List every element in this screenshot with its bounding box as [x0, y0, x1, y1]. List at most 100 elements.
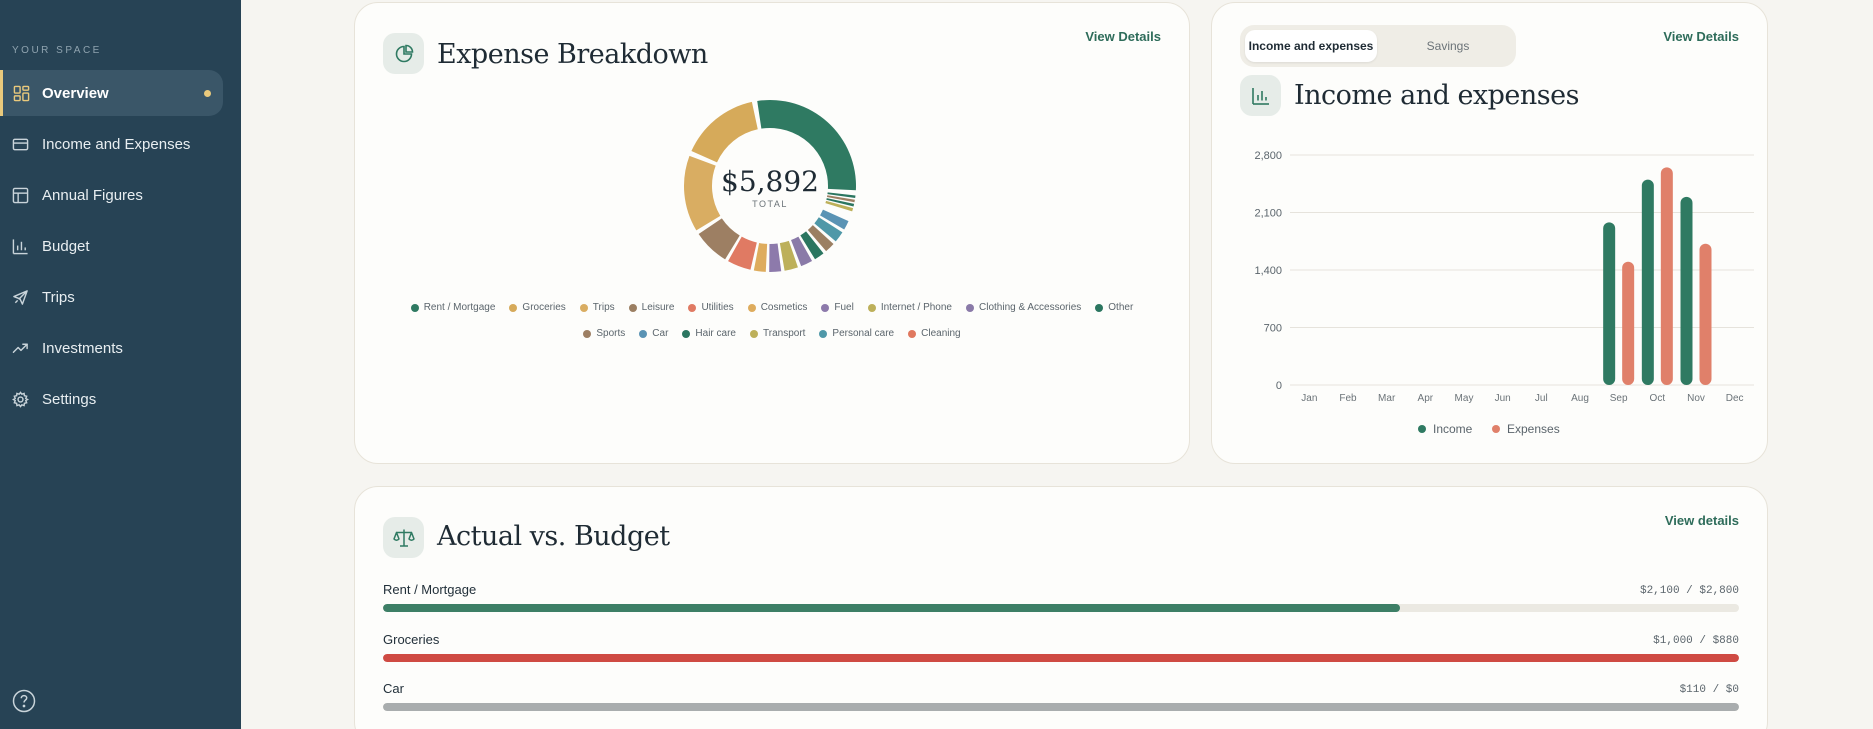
bar-chart-icon-badge	[1240, 75, 1281, 116]
bar-income-oct[interactable]	[1641, 179, 1654, 385]
sidebar-item-label: Investments	[42, 339, 123, 357]
expense-breakdown-card: Expense Breakdown View Details $5,892 TO…	[354, 2, 1190, 464]
sidebar-item-settings[interactable]: Settings	[0, 376, 241, 422]
legend-swatch	[750, 329, 758, 338]
budget-amount: $1,000 / $880	[1653, 635, 1739, 647]
sidebar: YOUR SPACE Overview Income and Expenses …	[0, 0, 241, 729]
donut-slice[interactable]	[691, 101, 758, 163]
card-title: Expense Breakdown	[437, 39, 708, 70]
legend-label: Internet / Phone	[880, 302, 952, 313]
pie-chart-icon	[395, 44, 413, 62]
legend-swatch	[628, 303, 637, 312]
legend-label: Trips	[592, 302, 615, 313]
sidebar-item-investments[interactable]: Investments	[0, 325, 241, 371]
sidebar-item-label: Trips	[42, 288, 75, 306]
plane-icon	[13, 290, 28, 305]
actual-vs-budget-card: Actual vs. Budget View details Rent / Mo…	[354, 486, 1768, 729]
trending-up-icon	[12, 343, 28, 353]
expense-legend-row-1: Rent / Mortgage Groceries Trips Leisure Util…	[355, 302, 1189, 313]
budget-progress-track	[383, 604, 1739, 612]
donut-slice[interactable]	[753, 242, 768, 272]
budget-progress-fill	[383, 654, 1739, 662]
y-tick-label: 1,400	[1254, 265, 1282, 277]
legend-swatch	[688, 303, 697, 312]
dashboard-icon	[13, 85, 30, 102]
x-tick-label: Feb	[1339, 393, 1357, 404]
x-tick-label: Sep	[1610, 393, 1628, 404]
gear-icon	[12, 391, 29, 408]
sidebar-nav: Overview Income and Expenses Annual Figu…	[0, 70, 241, 427]
legend-label: Groceries	[522, 302, 566, 313]
legend-swatch	[1095, 303, 1104, 312]
legend-swatch	[821, 303, 830, 312]
donut-slice[interactable]	[769, 243, 782, 272]
bar-expenses-sep[interactable]	[1622, 261, 1635, 385]
legend-item: Sports	[583, 328, 625, 339]
legend-label: Cosmetics	[760, 302, 808, 313]
budget-progress-track	[383, 654, 1739, 662]
card-title: Actual vs. Budget	[437, 521, 670, 552]
view-details-link[interactable]: View Details	[1663, 29, 1739, 44]
budget-progress-fill	[383, 604, 1400, 612]
legend-item: Personal care	[819, 328, 894, 339]
x-tick-label: Jul	[1535, 393, 1548, 404]
view-details-link[interactable]: View Details	[1085, 29, 1161, 44]
legend-label: Transport	[763, 328, 806, 339]
x-tick-label: Apr	[1418, 393, 1434, 404]
table-icon	[12, 187, 29, 204]
tab-savings[interactable]: Savings	[1385, 30, 1511, 62]
y-tick-label: 2,800	[1254, 150, 1282, 162]
legend-swatch	[1492, 425, 1500, 433]
tab-income-and-expenses[interactable]: Income and expenses	[1245, 30, 1377, 62]
legend-item: Clothing & Accessories	[966, 302, 1081, 313]
legend-label: Personal care	[832, 328, 895, 339]
legend-label: Fuel	[834, 302, 854, 313]
legend-label: Income	[1433, 422, 1473, 436]
sidebar-section-label: YOUR SPACE	[12, 45, 102, 56]
donut-total-label: TOTAL	[752, 199, 788, 209]
sidebar-item-label: Settings	[42, 390, 97, 408]
sidebar-item-trips[interactable]: Trips	[0, 274, 241, 320]
legend-item: Car	[639, 328, 668, 339]
legend-item: Utilities	[688, 302, 734, 313]
legend-label: Leisure	[641, 302, 675, 313]
active-indicator-dot	[204, 90, 211, 97]
legend-swatch	[583, 329, 592, 338]
legend-item: Transport	[750, 328, 805, 339]
legend-label: Utilities	[701, 302, 734, 313]
budget-category-name: Rent / Mortgage	[383, 582, 477, 597]
legend-item: Cleaning	[908, 328, 961, 339]
budget-amount: $110 / $0	[1679, 684, 1739, 696]
x-tick-label: Oct	[1650, 393, 1666, 404]
sidebar-item-label: Overview	[42, 84, 109, 102]
x-tick-label: Nov	[1687, 393, 1705, 404]
legend-label: Clothing & Accessories	[979, 302, 1082, 313]
y-tick-label: 700	[1264, 323, 1282, 335]
sidebar-item-budget[interactable]: Budget	[0, 223, 241, 269]
x-tick-label: Jan	[1301, 393, 1317, 404]
legend-swatch	[908, 329, 917, 338]
card-icon	[12, 138, 29, 151]
legend-item: Cosmetics	[747, 302, 808, 313]
bar-income-nov[interactable]	[1680, 196, 1693, 385]
x-tick-label: Dec	[1726, 393, 1744, 404]
legend-label: Expenses	[1507, 422, 1560, 436]
bar-expenses-nov[interactable]	[1699, 243, 1712, 385]
bar-income-sep[interactable]	[1603, 222, 1616, 385]
legend-swatch	[410, 303, 419, 312]
donut-slice[interactable]	[684, 155, 721, 231]
sidebar-item-annual-figures[interactable]: Annual Figures	[0, 172, 241, 218]
legend-label: Rent / Mortgage	[423, 302, 496, 313]
sidebar-item-label: Income and Expenses	[42, 135, 191, 153]
view-details-link[interactable]: View details	[1665, 513, 1739, 528]
sidebar-item-income-and-expenses[interactable]: Income and Expenses	[0, 121, 241, 167]
help-circle-icon[interactable]	[12, 689, 36, 713]
bar-expenses-oct[interactable]	[1660, 167, 1673, 385]
bar-chart-icon	[1251, 87, 1269, 105]
expense-legend-row-2: Sports Car Hair care Transport Personal care…	[355, 328, 1189, 339]
income-expenses-card: Income and expenses Savings View Details…	[1211, 2, 1768, 464]
budget-progress-track	[383, 703, 1739, 711]
legend-swatch	[579, 303, 588, 312]
y-tick-label: 2,100	[1254, 208, 1282, 220]
sidebar-item-overview[interactable]: Overview	[0, 70, 223, 116]
